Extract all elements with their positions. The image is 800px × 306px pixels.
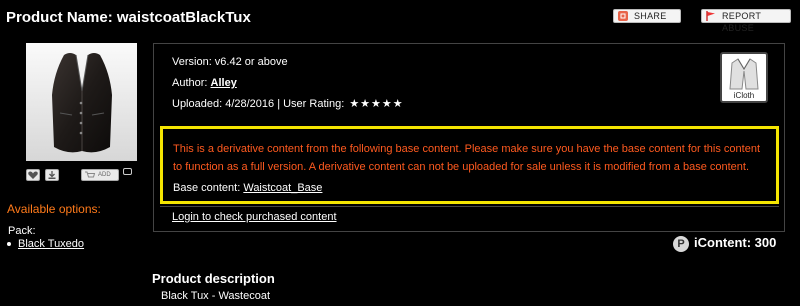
derivative-notice-text: This is a derivative content from the fo…: [173, 143, 760, 173]
product-thumbnail[interactable]: [26, 43, 137, 161]
download-button[interactable]: [45, 169, 59, 181]
login-link[interactable]: Login to check purchased content: [172, 211, 337, 223]
cart-icon: [85, 171, 96, 178]
comment-icon[interactable]: [123, 168, 132, 175]
uploaded-line: Uploaded: 4/28/2016 | User Rating: ★★★★★: [172, 97, 404, 110]
base-content-link[interactable]: Waistcoat_Base: [243, 182, 322, 194]
pack-label: Pack:: [8, 225, 36, 237]
jacket-icon: [729, 58, 759, 90]
user-rating-stars: ★★★★★: [349, 98, 404, 110]
flag-icon: [706, 11, 715, 21]
pack-list-item: Black Tuxedo: [7, 238, 84, 250]
product-name-heading: Product Name: waistcoatBlackTux: [6, 9, 251, 26]
author-label: Author:: [172, 77, 208, 89]
share-button[interactable]: SHARE: [613, 9, 681, 23]
product-description-text: Black Tux - Wastecoat: [161, 290, 271, 302]
add-to-cart-label: ADD: [98, 172, 111, 178]
product-name-value: waistcoatBlackTux: [116, 9, 251, 26]
bullet-icon: [7, 242, 11, 247]
available-options-label: Available options:: [7, 202, 101, 216]
share-icon: [618, 11, 628, 21]
version-text: Version: v6.42 or above: [172, 56, 288, 68]
info-divider: [160, 206, 779, 207]
price-display: PiContent: 300: [673, 235, 776, 252]
add-to-cart-button[interactable]: ADD: [81, 169, 119, 181]
points-icon: P: [673, 235, 689, 252]
base-content-label: Base content:: [173, 182, 241, 194]
report-abuse-label: REPORT ABUSE: [722, 11, 761, 33]
heart-icon: [28, 171, 38, 179]
icloth-badge: iCloth: [720, 52, 768, 103]
author-line: Author: Alley: [172, 77, 237, 89]
waistcoat-image: [52, 53, 112, 153]
share-label: SHARE: [634, 11, 667, 21]
product-name-label: Product Name:: [6, 9, 113, 26]
price-label: iContent: 300: [694, 235, 777, 250]
base-content-line: Base content: Waistcoat_Base: [173, 182, 322, 194]
download-icon: [48, 171, 56, 179]
report-abuse-button[interactable]: REPORT ABUSE: [701, 9, 791, 33]
icloth-label: iCloth: [733, 91, 755, 100]
favorite-button[interactable]: [26, 169, 40, 181]
pack-link-black-tuxedo[interactable]: Black Tuxedo: [18, 238, 84, 250]
derivative-notice-box: This is a derivative content from the fo…: [160, 126, 779, 204]
product-description-heading: Product description: [152, 271, 275, 286]
author-link[interactable]: Alley: [211, 77, 237, 89]
uploaded-text: Uploaded: 4/28/2016 | User Rating:: [172, 98, 345, 110]
